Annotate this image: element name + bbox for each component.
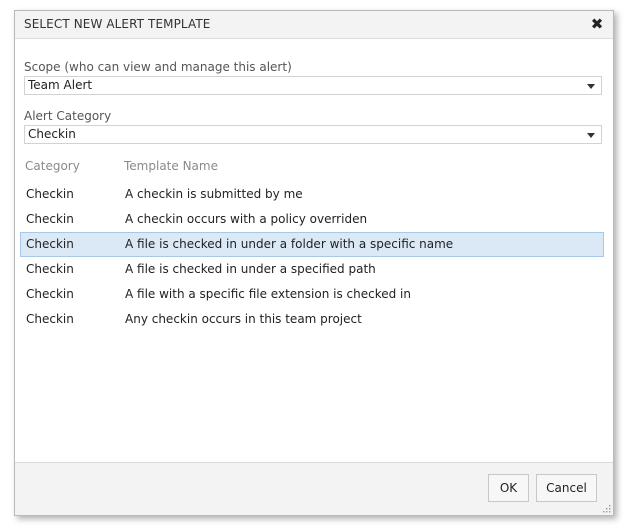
- close-icon[interactable]: ✖: [589, 15, 605, 33]
- table-row[interactable]: Checkin A checkin is submitted by me: [20, 182, 604, 207]
- row-template-name-cell: A checkin is submitted by me: [125, 187, 303, 201]
- row-category-cell: Checkin: [26, 312, 74, 326]
- ok-button[interactable]: OK: [488, 474, 529, 502]
- row-template-name-cell: A file is checked in under a folder with…: [125, 237, 454, 251]
- row-category-cell: Checkin: [26, 187, 74, 201]
- row-template-name-cell: A checkin occurs with a policy overriden: [125, 212, 368, 226]
- table-row[interactable]: Checkin A file with a specific file exten…: [20, 282, 604, 307]
- screen: SELECT NEW ALERT TEMPLATE ✖ Scope (who c…: [0, 0, 630, 532]
- dialog-titlebar: SELECT NEW ALERT TEMPLATE ✖: [15, 11, 613, 39]
- template-list: Checkin A checkin is submitted by me Check…: [20, 182, 604, 332]
- chevron-down-icon: [587, 133, 595, 138]
- alert-category-select[interactable]: Checkin: [24, 125, 602, 144]
- table-row[interactable]: Checkin A file is checked in under a spec…: [20, 257, 604, 282]
- table-row[interactable]: Checkin A file is checked in under a fold…: [20, 232, 604, 257]
- table-row[interactable]: Checkin A checkin occurs with a policy ov…: [20, 207, 604, 232]
- dialog-footer: OK Cancel: [15, 462, 613, 515]
- dialog-title: SELECT NEW ALERT TEMPLATE: [24, 17, 211, 31]
- scope-label: Scope (who can view and manage this aler…: [24, 60, 292, 74]
- row-category-cell: Checkin: [26, 237, 74, 251]
- row-template-name-cell: Any checkin occurs in this team project: [125, 312, 362, 326]
- row-template-name-cell: A file is checked in under a specified p…: [125, 262, 376, 276]
- chevron-down-icon: [587, 84, 595, 89]
- cancel-button[interactable]: Cancel: [536, 474, 597, 502]
- alert-category-select-value: Checkin: [28, 127, 76, 141]
- row-template-name-cell: A file with a specific file extension is…: [125, 287, 411, 301]
- column-header-template-name: Template Name: [124, 159, 218, 173]
- resize-grip-icon[interactable]: [602, 504, 611, 513]
- row-category-cell: Checkin: [26, 262, 74, 276]
- scope-select[interactable]: Team Alert: [24, 76, 602, 95]
- alert-template-dialog: SELECT NEW ALERT TEMPLATE ✖ Scope (who c…: [14, 10, 614, 516]
- dialog-content: Scope (who can view and manage this aler…: [20, 59, 604, 332]
- scope-select-value: Team Alert: [28, 78, 93, 92]
- alert-category-label: Alert Category: [24, 109, 112, 123]
- row-category-cell: Checkin: [26, 287, 74, 301]
- template-table-header: Category Template Name: [24, 158, 602, 174]
- table-row[interactable]: Checkin Any checkin occurs in this team p…: [20, 307, 604, 332]
- row-category-cell: Checkin: [26, 212, 74, 226]
- column-header-category: Category: [25, 159, 80, 173]
